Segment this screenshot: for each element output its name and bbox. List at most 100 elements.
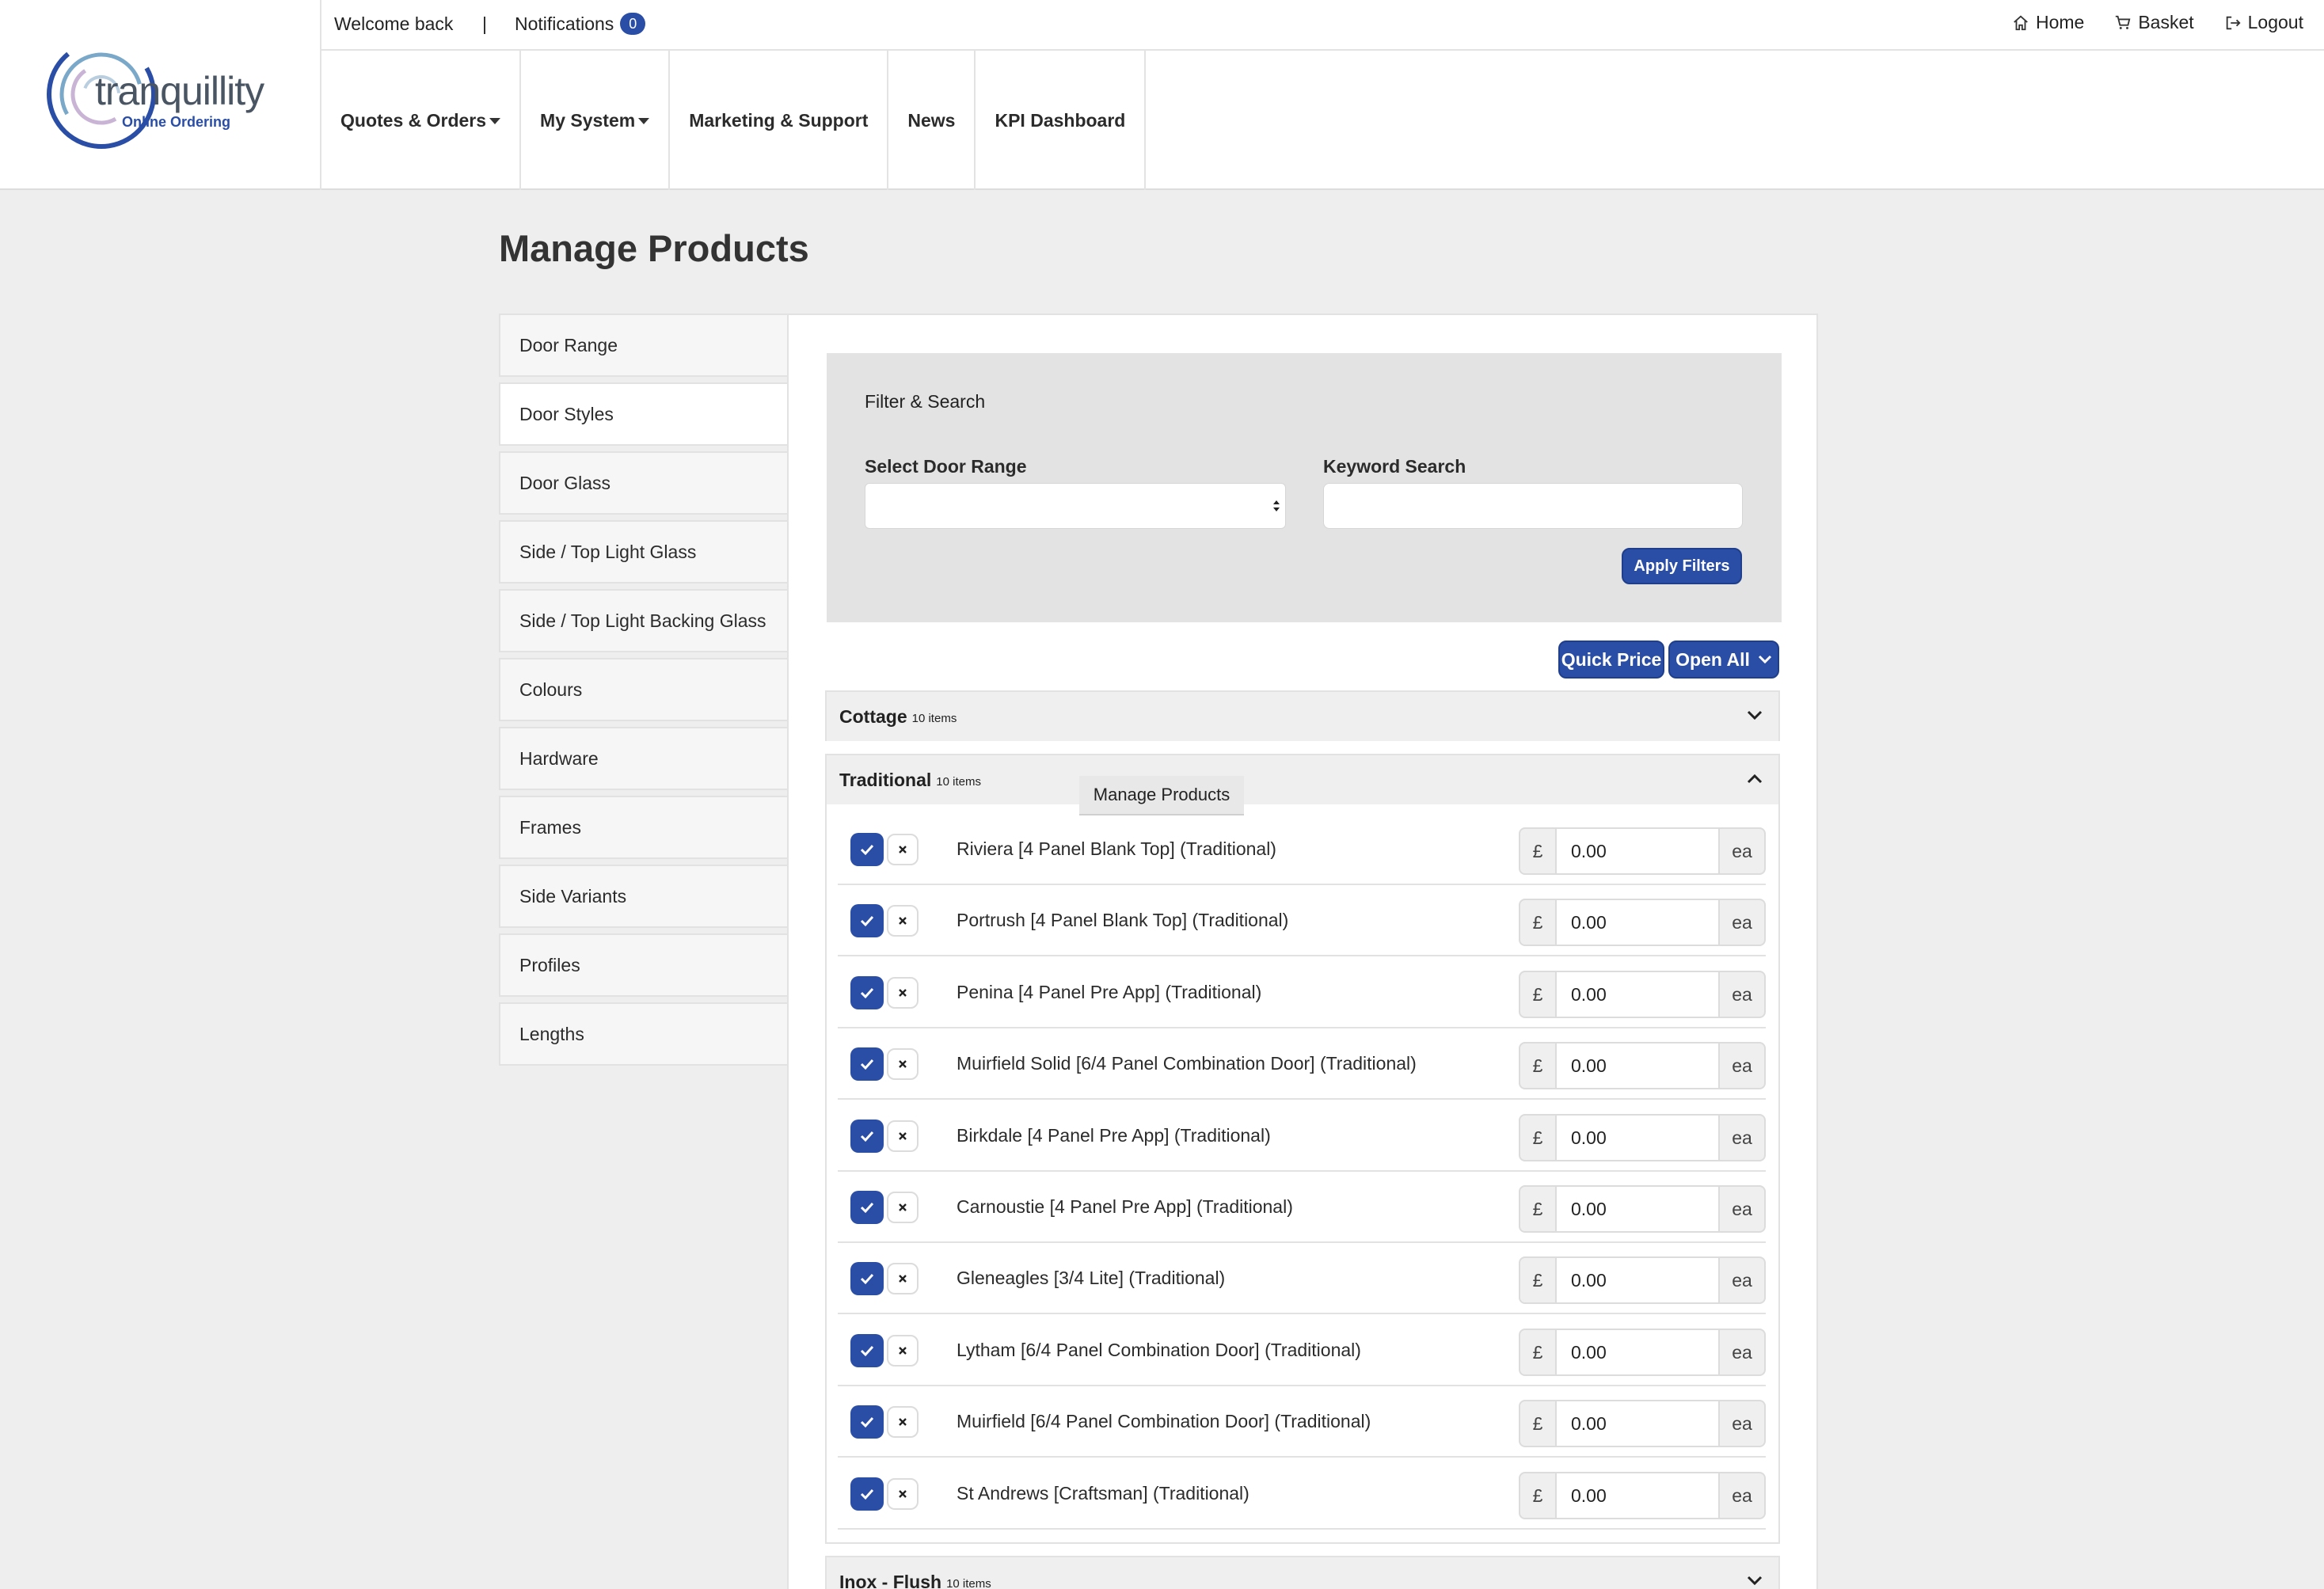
- enable-product-button[interactable]: [850, 1047, 884, 1081]
- logout-link[interactable]: Logout: [2224, 12, 2303, 33]
- sidebar-item-label: Door Range: [519, 334, 618, 355]
- sidebar-item-door-range[interactable]: Door Range: [499, 314, 789, 377]
- nav-my-system[interactable]: My System: [521, 51, 671, 190]
- sidebar-item-lengths[interactable]: Lengths: [499, 1002, 789, 1066]
- close-icon: [899, 917, 907, 925]
- unit-label: ea: [1732, 1198, 1752, 1219]
- price-input[interactable]: 0.00: [1555, 1187, 1720, 1231]
- sidebar-item-side-top-light-glass[interactable]: Side / Top Light Glass: [499, 520, 789, 584]
- chevron-down-icon: [1747, 1576, 1763, 1586]
- chevron-down-icon: [1747, 710, 1763, 720]
- home-link[interactable]: Home: [2012, 12, 2084, 33]
- nav-news[interactable]: News: [888, 51, 976, 190]
- keyword-search-input[interactable]: [1323, 483, 1743, 529]
- enable-product-button[interactable]: [850, 1120, 884, 1153]
- price-input[interactable]: 0.00: [1555, 1330, 1720, 1374]
- price-input[interactable]: 0.00: [1555, 900, 1720, 945]
- check-icon: [860, 1488, 874, 1500]
- enable-product-button[interactable]: [850, 976, 884, 1009]
- close-icon: [899, 1418, 907, 1426]
- disable-product-button[interactable]: [887, 1120, 919, 1152]
- group-header-cottage[interactable]: Cottage 10 items: [827, 692, 1778, 741]
- disable-product-button[interactable]: [887, 1048, 919, 1080]
- sidebar-item-label: Frames: [519, 816, 581, 838]
- unit-label: ea: [1732, 1412, 1752, 1434]
- tooltip: Manage Products: [1079, 776, 1244, 815]
- product-name: Birkdale [4 Panel Pre App] (Traditional): [957, 1125, 1271, 1146]
- price-input[interactable]: 0.00: [1555, 1401, 1720, 1446]
- product-name: Riviera [4 Panel Blank Top] (Traditional…: [957, 838, 1276, 859]
- currency-symbol: £: [1532, 1412, 1543, 1434]
- group-name: Inox - Flush: [839, 1571, 942, 1589]
- product-row: Portrush [4 Panel Blank Top] (Traditiona…: [838, 885, 1766, 956]
- basket-link[interactable]: Basket: [2114, 12, 2194, 33]
- enable-product-button[interactable]: [850, 904, 884, 937]
- price-input[interactable]: 0.00: [1555, 972, 1720, 1017]
- nav-news-label: News: [907, 109, 956, 131]
- price-input[interactable]: 0.00: [1555, 1043, 1720, 1088]
- nav-kpi-dashboard[interactable]: KPI Dashboard: [976, 51, 1147, 190]
- price-input-group: £0.00 ea: [1519, 1256, 1766, 1304]
- enable-product-button[interactable]: [850, 1334, 884, 1367]
- sidebar-item-label: Door Glass: [519, 472, 611, 493]
- disable-product-button[interactable]: [887, 905, 919, 937]
- enable-product-button[interactable]: [850, 833, 884, 866]
- apply-filters-button[interactable]: Apply Filters: [1622, 548, 1742, 584]
- disable-product-button[interactable]: [887, 1263, 919, 1294]
- notifications-link[interactable]: Notifications 0: [515, 12, 646, 36]
- price-input-group: £0.00 ea: [1519, 899, 1766, 946]
- close-icon: [899, 1203, 907, 1211]
- sort-arrows-icon: [1273, 500, 1280, 511]
- disable-product-button[interactable]: [887, 834, 919, 865]
- product-name: Penina [4 Panel Pre App] (Traditional): [957, 982, 1262, 1002]
- price-input[interactable]: 0.00: [1555, 1258, 1720, 1302]
- page-title: Manage Products: [499, 227, 809, 269]
- enable-product-button[interactable]: [850, 1477, 884, 1511]
- nav-marketing-support[interactable]: Marketing & Support: [670, 51, 889, 190]
- sidebar-item-profiles[interactable]: Profiles: [499, 933, 789, 997]
- sidebar-item-hardware[interactable]: Hardware: [499, 727, 789, 790]
- sidebar-item-colours[interactable]: Colours: [499, 658, 789, 721]
- disable-product-button[interactable]: [887, 977, 919, 1009]
- currency-symbol: £: [1532, 983, 1543, 1005]
- sidebar-item-door-glass[interactable]: Door Glass: [499, 451, 789, 515]
- close-icon: [899, 1275, 907, 1283]
- product-row: St Andrews [Craftsman] (Traditional) £0.0…: [838, 1458, 1766, 1530]
- disable-product-button[interactable]: [887, 1406, 919, 1438]
- currency-symbol: £: [1532, 1341, 1543, 1363]
- sidebar-item-label: Door Styles: [519, 403, 614, 424]
- logo[interactable]: tranquillity Online Ordering: [0, 0, 321, 190]
- disable-product-button[interactable]: [887, 1192, 919, 1223]
- product-row: Carnoustie [4 Panel Pre App] (Traditiona…: [838, 1172, 1766, 1243]
- notifications-label: Notifications: [515, 13, 614, 34]
- quick-price-button[interactable]: Quick Price: [1558, 641, 1664, 679]
- sidebar-item-side-top-light-backing-glass[interactable]: Side / Top Light Backing Glass: [499, 589, 789, 652]
- close-icon: [899, 989, 907, 997]
- price-input-group: £0.00 ea: [1519, 1400, 1766, 1447]
- chevron-up-icon: [1747, 774, 1763, 784]
- check-icon: [860, 987, 874, 999]
- group-count: 10 items: [911, 711, 957, 725]
- group-header-inox-flush[interactable]: Inox - Flush 10 items: [827, 1557, 1778, 1589]
- sidebar-item-label: Colours: [519, 679, 583, 700]
- enable-product-button[interactable]: [850, 1191, 884, 1224]
- product-row: Birkdale [4 Panel Pre App] (Traditional)…: [838, 1101, 1766, 1172]
- sidebar-item-frames[interactable]: Frames: [499, 796, 789, 859]
- sidebar-item-door-styles[interactable]: Door Styles: [499, 382, 789, 446]
- nav-quotes-orders[interactable]: Quotes & Orders: [321, 51, 522, 190]
- open-all-button[interactable]: Open All: [1668, 641, 1779, 679]
- enable-product-button[interactable]: [850, 1262, 884, 1295]
- price-input[interactable]: 0.00: [1555, 829, 1720, 873]
- disable-product-button[interactable]: [887, 1335, 919, 1367]
- enable-product-button[interactable]: [850, 1405, 884, 1439]
- disable-product-button[interactable]: [887, 1478, 919, 1510]
- sidebar-item-side-variants[interactable]: Side Variants: [499, 865, 789, 928]
- price-input[interactable]: 0.00: [1555, 1116, 1720, 1160]
- door-range-select[interactable]: [865, 483, 1286, 529]
- currency-symbol: £: [1532, 1198, 1543, 1219]
- product-row: Penina [4 Panel Pre App] (Traditional) £0…: [838, 957, 1766, 1028]
- price-input[interactable]: 0.00: [1555, 1473, 1720, 1518]
- home-label: Home: [2035, 12, 2085, 32]
- check-icon: [860, 1345, 874, 1357]
- group-header-traditional[interactable]: Traditional 10 items: [827, 755, 1778, 804]
